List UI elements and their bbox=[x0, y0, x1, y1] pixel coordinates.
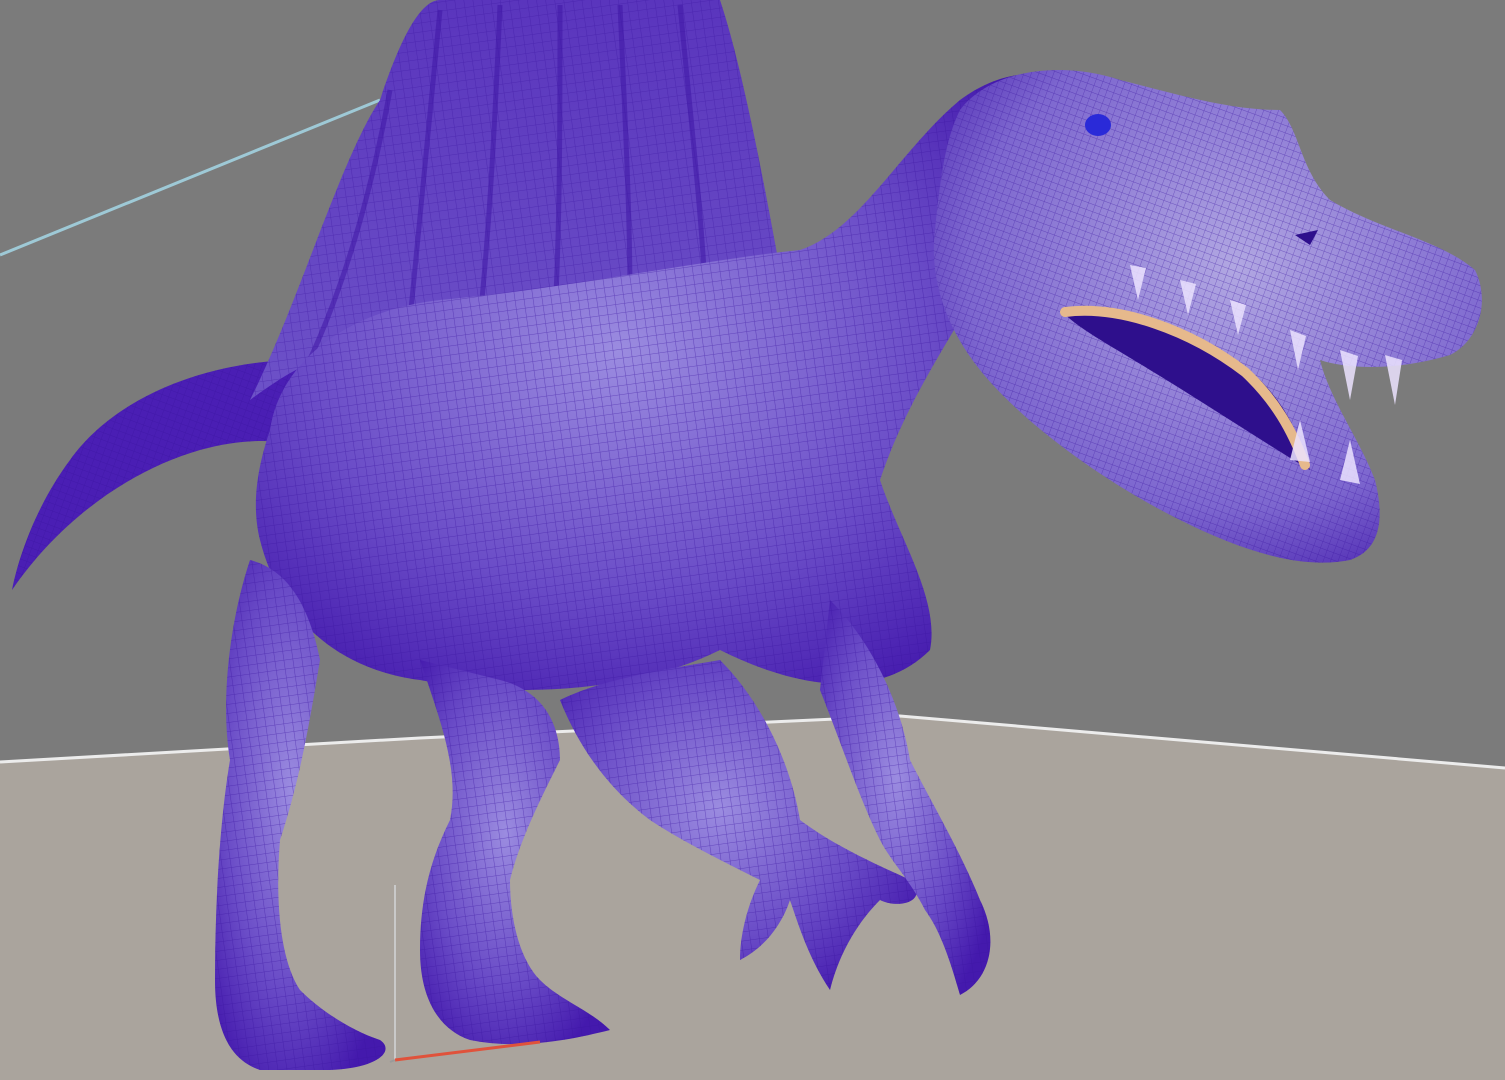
3d-viewport[interactable] bbox=[0, 0, 1505, 1080]
viewport-scene[interactable] bbox=[0, 0, 1505, 1080]
model-eye bbox=[1085, 114, 1111, 136]
